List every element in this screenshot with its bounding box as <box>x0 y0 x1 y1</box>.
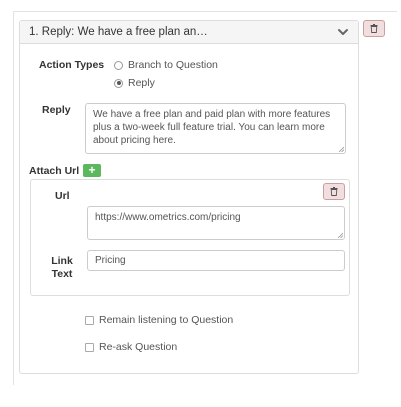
resize-handle-icon[interactable] <box>337 232 343 238</box>
plus-icon: + <box>88 163 96 177</box>
delete-url-button[interactable] <box>323 183 345 200</box>
url-value: https://www.ometrics.com/pricing <box>95 212 241 223</box>
trash-icon <box>370 24 378 33</box>
url-textarea[interactable]: https://www.ometrics.com/pricing <box>87 206 345 240</box>
radio-label: Reply <box>128 77 155 89</box>
section-left-divider <box>13 11 14 385</box>
attach-url-label: Attach Url <box>29 165 80 177</box>
link-text-value: Pricing <box>95 255 126 266</box>
reask-question-checkbox-row[interactable]: Re-ask Question <box>85 341 177 353</box>
action-types-label: Action Types <box>39 59 105 71</box>
panel-title: 1. Reply: We have a free plan an… <box>29 26 208 38</box>
delete-action-button[interactable] <box>363 20 385 37</box>
radio-label: Branch to Question <box>128 59 218 71</box>
resize-handle-icon[interactable] <box>338 146 344 152</box>
panel-header[interactable]: 1. Reply: We have a free plan an… <box>20 21 358 44</box>
link-text-label: Link Text <box>51 255 73 280</box>
radio-branch-to-question[interactable]: Branch to Question <box>114 59 218 71</box>
section-top-divider <box>14 11 397 12</box>
checkbox[interactable] <box>85 342 94 352</box>
reply-label: Reply <box>42 104 71 116</box>
link-text-input[interactable]: Pricing <box>87 250 345 271</box>
trash-icon <box>330 187 338 196</box>
radio-button[interactable] <box>114 60 123 70</box>
radio-button[interactable] <box>114 78 123 88</box>
reply-text: We have a free plan and paid plan with m… <box>93 109 331 146</box>
chevron-down-icon[interactable] <box>336 25 350 39</box>
radio-reply[interactable]: Reply <box>114 77 155 89</box>
remain-listening-checkbox-row[interactable]: Remain listening to Question <box>85 314 233 326</box>
checkbox-label: Remain listening to Question <box>99 314 234 326</box>
reply-textarea[interactable]: We have a free plan and paid plan with m… <box>85 103 346 154</box>
add-url-button[interactable]: + <box>83 164 101 177</box>
checkbox[interactable] <box>85 315 94 325</box>
url-label: Url <box>55 190 70 202</box>
checkbox-label: Re-ask Question <box>99 341 178 353</box>
